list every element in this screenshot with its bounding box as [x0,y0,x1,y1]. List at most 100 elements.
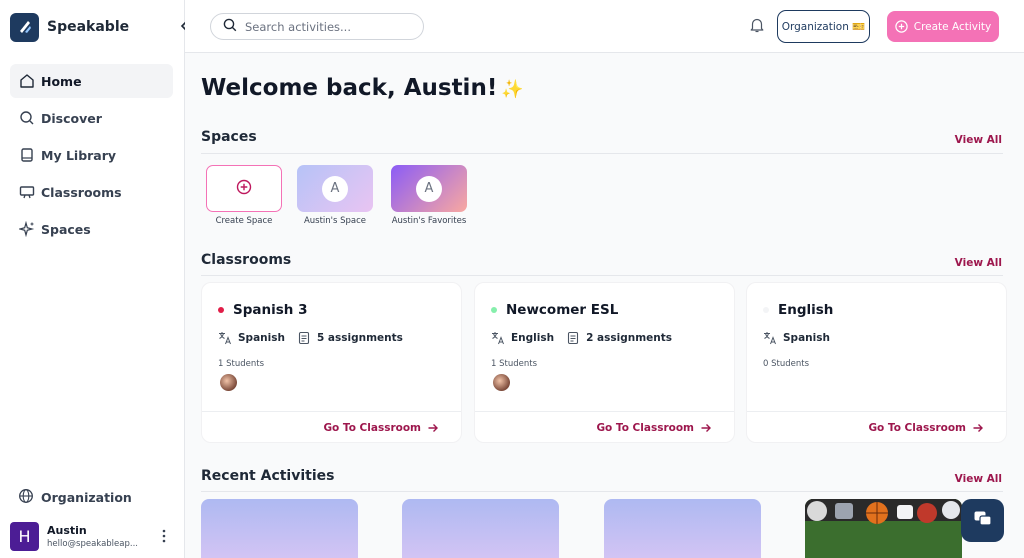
search-icon [18,109,36,127]
search-bar[interactable] [210,13,424,40]
divider [201,491,1003,492]
activity-card[interactable] [604,499,761,558]
classroom-language: Spanish [238,332,285,344]
topbar: Organization 🎫 Create Activity [185,0,1024,53]
space-tile-austins-favorites[interactable]: A Austin's Favorites [389,165,469,226]
chat-support-button[interactable] [961,499,1004,542]
space-tile-austins-space[interactable]: A Austin's Space [295,165,375,226]
sidebar-item-spaces[interactable]: Spaces [10,212,173,246]
search-input[interactable] [245,19,405,34]
sidebar: Speakable Home Discover My Library Class… [0,0,187,558]
student-count: 1 Students [218,359,264,369]
activity-card[interactable] [402,499,559,558]
plus-circle-icon [236,179,252,199]
sidebar-item-label: My Library [41,147,117,163]
create-activity-label: Create Activity [913,20,992,33]
sidebar-item-home[interactable]: Home [10,64,173,98]
brand-name: Speakable [47,19,130,35]
arrow-right-icon [700,422,712,434]
go-to-classroom-link[interactable]: Go To Classroom [596,422,712,434]
sparkles-icon: ✨ [501,79,524,100]
chat-icon [973,510,993,532]
user-name: Austin [47,523,87,537]
divider [201,275,1003,276]
create-space-tile[interactable]: Create Space [204,165,284,226]
main-content: Welcome back, Austin! ✨ Spaces View All C… [185,53,1024,558]
translate-icon [218,331,232,345]
divider [747,411,1006,412]
space-cover: A [297,165,373,212]
sidebar-item-classrooms[interactable]: Classrooms [10,175,173,209]
classroom-name: Newcomer ESL [506,302,619,318]
space-label: Create Space [215,216,273,226]
go-to-classroom-link[interactable]: Go To Classroom [868,422,984,434]
sidebar-item-label: Discover [41,110,102,126]
user-email: hello@speakableap... [47,538,138,549]
arrow-right-icon [427,422,439,434]
sidebar-item-label: Home [41,73,82,89]
student-avatar [493,374,510,391]
recent-activities-heading: Recent Activities [201,468,335,484]
classroom-icon [18,183,36,201]
activity-card-sports-image[interactable] [805,499,962,558]
page-title: Welcome back, Austin! ✨ [201,75,524,101]
go-to-classroom-label: Go To Classroom [323,422,421,434]
student-count: 0 Students [763,359,809,369]
more-vertical-icon[interactable] [161,528,167,544]
space-label: Austin's Space [303,216,367,226]
status-dot [763,307,769,313]
arrow-right-icon [972,422,984,434]
user-profile[interactable]: H Austin hello@speakableap... [10,520,175,552]
classroom-name: Spanish 3 [233,302,308,318]
speakable-logo-icon [10,12,39,42]
space-cover: A [391,165,467,212]
classroom-assignments: 5 assignments [316,332,403,344]
book-icon [18,146,36,164]
space-initial: A [322,175,348,202]
classrooms-view-all-link[interactable]: View All [955,257,1002,269]
status-dot [491,307,497,313]
create-activity-button[interactable]: Create Activity [887,11,999,42]
student-count: 1 Students [491,359,537,369]
document-icon [566,331,580,345]
organization-button[interactable]: Organization 🎫 [777,10,870,43]
recent-activities-view-all-link[interactable]: View All [955,473,1002,485]
brand[interactable]: Speakable [10,12,129,42]
sidebar-item-organization[interactable]: Organization [18,488,132,506]
status-dot [218,307,224,313]
activity-card[interactable] [201,499,358,558]
classroom-card-spanish-3[interactable]: Spanish 3 Spanish 5 assignments 1 Studen… [201,282,462,443]
search-icon [223,17,237,36]
organization-label: Organization [41,489,132,505]
classroom-name: English [778,302,834,318]
create-space-button[interactable] [206,165,282,212]
sidebar-item-discover[interactable]: Discover [10,101,173,135]
go-to-classroom-link[interactable]: Go To Classroom [323,422,439,434]
classroom-language: English [511,332,555,344]
classroom-language: Spanish [783,332,830,344]
bell-icon[interactable] [750,17,766,35]
plus-circle-icon [895,20,908,33]
go-to-classroom-label: Go To Classroom [596,422,694,434]
classrooms-heading: Classrooms [201,252,292,268]
translate-icon [763,331,777,345]
space-initial: A [416,175,442,202]
go-to-classroom-label: Go To Classroom [868,422,966,434]
document-icon [297,331,311,345]
sidebar-item-my-library[interactable]: My Library [10,138,173,172]
divider [201,153,1003,154]
sparkle-icon [18,220,36,238]
spaces-view-all-link[interactable]: View All [955,134,1002,146]
sidebar-item-label: Classrooms [41,184,122,200]
home-icon [18,72,36,90]
student-avatar [220,374,237,391]
avatar: H [10,521,39,551]
spaces-heading: Spaces [201,129,257,145]
divider [202,411,461,412]
classroom-card-newcomer-esl[interactable]: Newcomer ESL English 2 assignments 1 Stu… [474,282,735,443]
classroom-assignments: 2 assignments [586,332,673,344]
divider [475,411,734,412]
globe-icon [18,488,36,506]
classroom-card-english[interactable]: English Spanish 0 Students Go To Classro… [746,282,1007,443]
sidebar-nav: Home Discover My Library Classrooms Spac… [10,64,173,249]
